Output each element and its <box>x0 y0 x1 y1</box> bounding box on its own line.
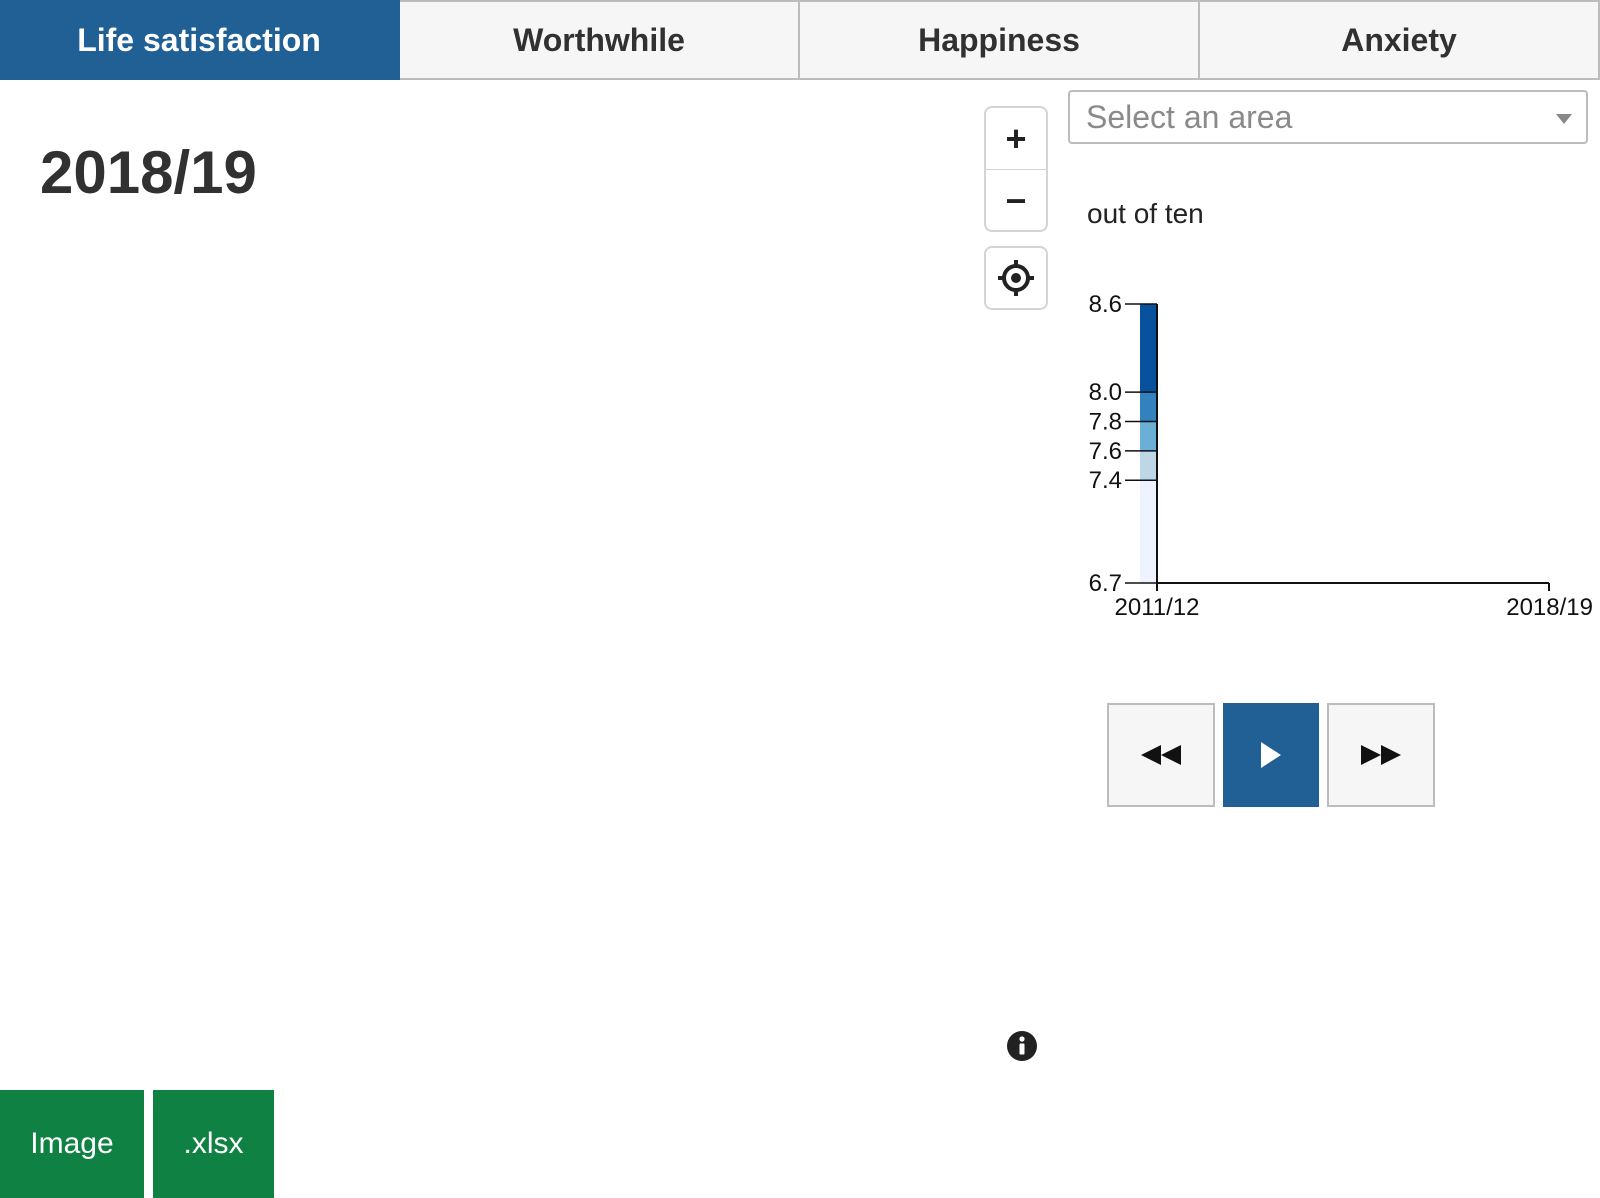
zoom-in-button[interactable]: + <box>986 108 1046 169</box>
geolocate-button[interactable] <box>984 246 1048 310</box>
playback-controls <box>1107 703 1435 807</box>
legend-bin <box>1140 392 1157 422</box>
legend-bin <box>1140 480 1157 583</box>
zoom-out-button[interactable]: − <box>986 169 1046 230</box>
tab-worthwhile[interactable]: Worthwhile <box>400 0 800 80</box>
rewind-button[interactable] <box>1107 703 1215 807</box>
unit-label: out of ten <box>1087 198 1204 229</box>
download-xlsx-button[interactable]: .xlsx <box>153 1090 274 1198</box>
indicator-tabs: Life satisfaction Worthwhile Happiness A… <box>0 0 1600 80</box>
y-tick-label: 7.6 <box>1089 438 1122 465</box>
y-tick-label: 7.8 <box>1089 408 1122 435</box>
rewind-icon <box>1141 745 1181 765</box>
legend-chart: 6.7 7.47.6 7.88.0 8.6 2011/12 2018/19 <box>1089 291 1593 621</box>
area-select[interactable]: Select an area <box>1068 90 1588 144</box>
tab-life-satisfaction[interactable]: Life satisfaction <box>0 0 400 80</box>
x-tick-label: 2018/19 <box>1506 594 1593 621</box>
y-tick-label: 6.7 <box>1089 570 1122 597</box>
legend-bin <box>1140 421 1157 451</box>
play-button[interactable] <box>1223 703 1319 807</box>
year-title: 2018/19 <box>40 139 257 206</box>
zoom-control: + − <box>984 106 1048 232</box>
tab-happiness[interactable]: Happiness <box>800 0 1200 80</box>
y-tick-label: 7.4 <box>1089 467 1122 494</box>
legend-bin <box>1140 304 1157 393</box>
crosshair-icon <box>998 260 1034 296</box>
fast-forward-icon <box>1361 745 1401 765</box>
y-tick-label: 8.0 <box>1089 379 1122 406</box>
y-tick-label: 8.6 <box>1089 291 1122 318</box>
legend-bin <box>1140 450 1157 481</box>
download-image-button[interactable]: Image <box>0 1090 144 1198</box>
chevron-down-icon <box>1556 114 1572 124</box>
fast-forward-button[interactable] <box>1327 703 1435 807</box>
area-select-placeholder: Select an area <box>1086 98 1293 135</box>
tab-anxiety[interactable]: Anxiety <box>1200 0 1600 80</box>
info-icon[interactable] <box>1007 1031 1037 1061</box>
x-tick-label: 2011/12 <box>1115 594 1200 621</box>
play-icon <box>1261 742 1281 768</box>
